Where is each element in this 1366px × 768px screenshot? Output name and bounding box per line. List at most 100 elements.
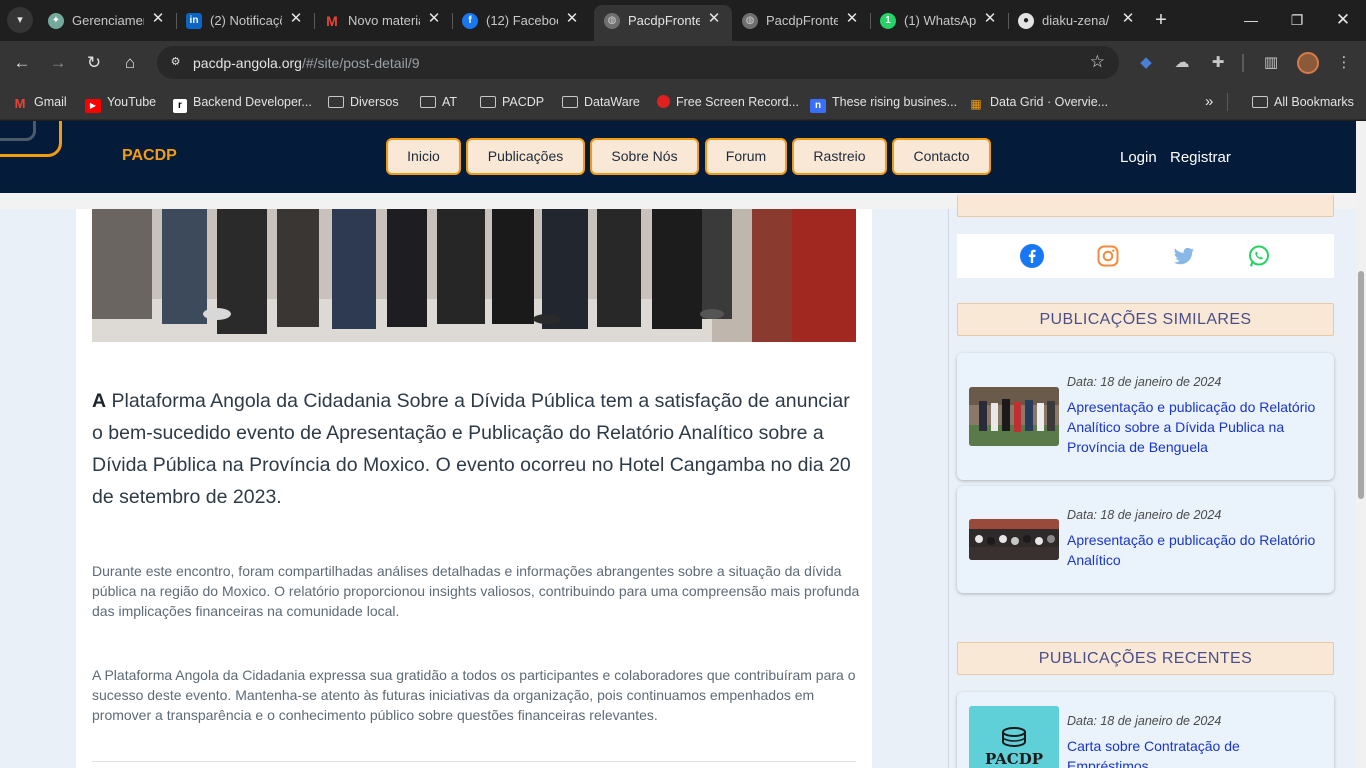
whatsapp-icon: 1 [880, 13, 896, 29]
chrome-menu-icon[interactable]: ⋮ [1333, 52, 1355, 74]
nav-publicacoes[interactable]: Publicações [466, 138, 585, 175]
youtube-icon: ▶ [85, 99, 101, 113]
extension-cloud-icon[interactable]: ☁ [1171, 52, 1193, 74]
tab-gmail[interactable]: M Novo material ✕ [314, 5, 453, 36]
bookmark-youtube[interactable]: ▶ YouTube [85, 93, 156, 113]
recent-publications-heading: PUBLICAÇÕES RECENTES [957, 642, 1334, 675]
close-icon[interactable]: ✕ [564, 11, 580, 27]
page-viewport: PACDP Inicio Publicações Sobre Nós Forum… [0, 121, 1356, 768]
tab-github[interactable]: ● diaku-zena/ ✕ [1008, 5, 1146, 36]
bookmark-pacdp[interactable]: PACDP [480, 93, 544, 111]
close-icon[interactable]: ✕ [844, 11, 860, 27]
similar-post-card[interactable]: Data: 18 de janeiro de 2024 Apresentação… [957, 486, 1334, 593]
post-thumbnail[interactable]: PACDP [969, 706, 1059, 768]
site-info-icon[interactable]: ⚙ [165, 52, 186, 73]
extension-icon[interactable]: ◆ [1135, 52, 1157, 74]
post-thumbnail[interactable] [969, 387, 1059, 446]
article-paragraph: A Plataforma Angola da Cidadania express… [92, 667, 856, 723]
side-panel-icon[interactable]: ▥ [1260, 52, 1282, 74]
facebook-icon[interactable] [1020, 244, 1044, 268]
toolbar-divider [1242, 54, 1244, 72]
new-tab-button[interactable]: + [1150, 9, 1172, 31]
url-text[interactable]: pacdp-angola.org/#/site/post-detail/9 [193, 55, 420, 71]
profile-avatar[interactable] [1297, 52, 1319, 74]
folder-icon [328, 96, 344, 108]
page-scrollbar[interactable] [1356, 121, 1366, 768]
post-title-link[interactable]: Carta sobre Contratação de Empréstimos [1067, 736, 1317, 768]
bookmark-dataware[interactable]: DataWare [562, 93, 640, 111]
minimize-button[interactable]: — [1228, 7, 1274, 33]
bookmark-at[interactable]: AT [420, 93, 457, 111]
tab-title: (1) WhatsApp [904, 13, 976, 28]
nav-sobre-nos[interactable]: Sobre Nós [590, 138, 699, 175]
nav-forum[interactable]: Forum [705, 138, 787, 175]
bookmark-backend-developer[interactable]: r Backend Developer... [173, 93, 312, 113]
home-button[interactable]: ⌂ [116, 49, 144, 77]
forward-button[interactable]: → [44, 49, 72, 77]
address-bar[interactable]: ⚙ pacdp-angola.org/#/site/post-detail/9 … [157, 46, 1119, 79]
post-date: Data: 18 de janeiro de 2024 [1067, 508, 1222, 522]
post-title-link[interactable]: Apresentação e publicação do Relatório A… [1067, 530, 1317, 570]
post-thumbnail[interactable] [969, 519, 1059, 560]
article-lead-paragraph: A Plataforma Angola da Cidadania Sobre a… [92, 390, 851, 508]
whatsapp-icon[interactable] [1247, 244, 1271, 268]
close-icon[interactable]: ✕ [706, 11, 722, 27]
bookmark-free-screen-record[interactable]: Free Screen Record... [657, 93, 799, 111]
close-icon[interactable]: ✕ [426, 11, 442, 27]
login-link[interactable]: Login [1120, 149, 1157, 166]
article-footer-divider [92, 761, 856, 768]
folder-icon [420, 96, 436, 108]
github-icon: ● [1018, 13, 1034, 29]
tab-pacdpfrontend-active[interactable]: ◍ PacdpFrontend ✕ [594, 5, 732, 41]
sidebar-heading-partial [957, 195, 1334, 217]
site-header: PACDP Inicio Publicações Sobre Nós Forum… [0, 121, 1356, 193]
tab-pacdpfrontend[interactable]: ◍ PacdpFrontend ✕ [732, 5, 871, 36]
back-button[interactable]: ← [8, 49, 36, 77]
bookmarks-overflow-button[interactable]: » [1205, 93, 1213, 111]
restore-button[interactable]: ❐ [1274, 7, 1320, 33]
tab-title: (2) Notificações [210, 13, 282, 28]
extensions-puzzle-icon[interactable]: ✚ [1207, 52, 1229, 74]
folder-icon [1252, 96, 1268, 108]
close-icon[interactable]: ✕ [150, 11, 166, 27]
tab-search-button[interactable]: ▾ [7, 7, 33, 33]
twitter-icon[interactable] [1172, 244, 1196, 268]
logo-graphic-outline [0, 121, 62, 157]
similar-publications-heading: PUBLICAÇÕES SIMILARES [957, 303, 1334, 336]
close-icon[interactable]: ✕ [1120, 11, 1136, 27]
folder-icon [562, 96, 578, 108]
post-title-link[interactable]: Apresentação e publicação do Relatório A… [1067, 397, 1317, 457]
article-paragraph: Durante este encontro, foram compartilha… [92, 563, 860, 619]
tab-linkedin[interactable]: in (2) Notificações ✕ [176, 5, 315, 36]
record-icon [657, 95, 670, 108]
register-link[interactable]: Registrar [1170, 149, 1231, 166]
instagram-icon[interactable] [1096, 244, 1120, 268]
bookmark-diversos[interactable]: Diversos [328, 93, 399, 111]
nav-inicio[interactable]: Inicio [386, 138, 461, 175]
close-icon[interactable]: ✕ [288, 11, 304, 27]
all-bookmarks-button[interactable]: All Bookmarks [1252, 93, 1354, 111]
folder-icon [480, 96, 496, 108]
close-icon[interactable]: ✕ [982, 11, 998, 27]
nav-contacto[interactable]: Contacto [892, 138, 991, 175]
nav-rastreio[interactable]: Rastreio [792, 138, 887, 175]
close-window-button[interactable]: ✕ [1320, 7, 1366, 33]
roadmap-icon: r [173, 99, 187, 113]
bookmark-rising-business[interactable]: n These rising busines... [810, 93, 957, 113]
tab-whatsapp[interactable]: 1 (1) WhatsApp ✕ [870, 5, 1009, 36]
bookmark-star-icon[interactable]: ☆ [1090, 52, 1105, 72]
tab-facebook[interactable]: f (12) Facebook ✕ [452, 5, 590, 36]
scrollbar-thumb[interactable] [1358, 271, 1364, 499]
tab-title: (12) Facebook [486, 13, 558, 28]
tab-title: Novo material [348, 13, 420, 28]
recent-post-card[interactable]: PACDP Data: 18 de janeiro de 2024 Carta … [957, 692, 1334, 768]
reload-button[interactable]: ↻ [80, 49, 108, 77]
bookmark-gmail[interactable]: M Gmail [12, 93, 67, 111]
gmail-icon: M [326, 13, 338, 29]
brand-name[interactable]: PACDP [122, 147, 177, 165]
post-date: Data: 18 de janeiro de 2024 [1067, 714, 1222, 728]
datagrid-icon: ▦ [970, 97, 982, 111]
bookmark-data-grid[interactable]: ▦ Data Grid · Overvie... [968, 93, 1108, 111]
tab-gerenciamento[interactable]: ✦ Gerenciamento ✕ [38, 5, 177, 36]
similar-post-card[interactable]: Data: 18 de janeiro de 2024 Apresentação… [957, 353, 1334, 480]
